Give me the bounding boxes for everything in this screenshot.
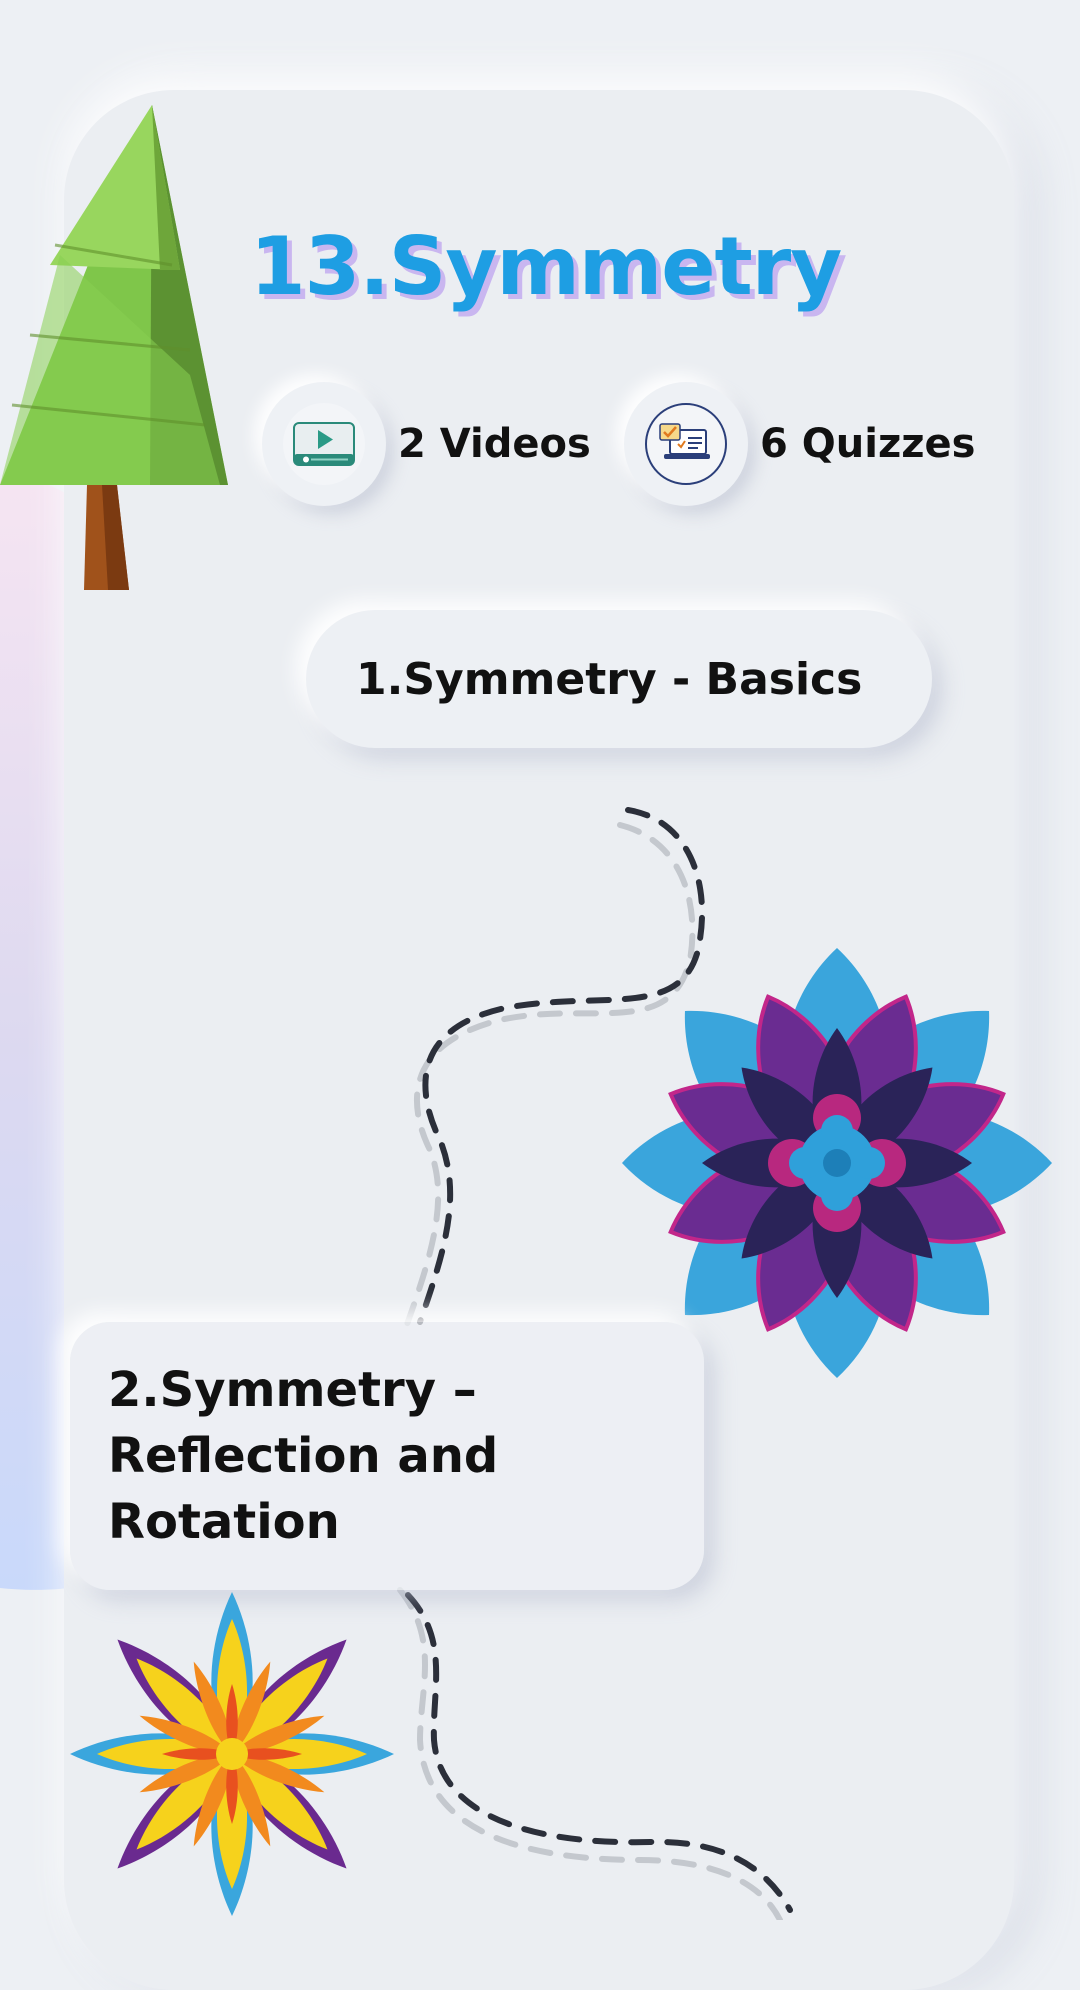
lesson-2-label: 2.Symmetry – Reflection and Rotation (108, 1362, 499, 1550)
lesson-1-button[interactable]: 1.Symmetry - Basics (306, 610, 932, 748)
lesson-2-button[interactable]: 2.Symmetry – Reflection and Rotation (70, 1322, 704, 1590)
orange-star-mandala-icon (70, 1592, 394, 1916)
lesson-1-label: 1.Symmetry - Basics (356, 653, 863, 705)
blue-purple-mandala-icon (622, 948, 1052, 1378)
